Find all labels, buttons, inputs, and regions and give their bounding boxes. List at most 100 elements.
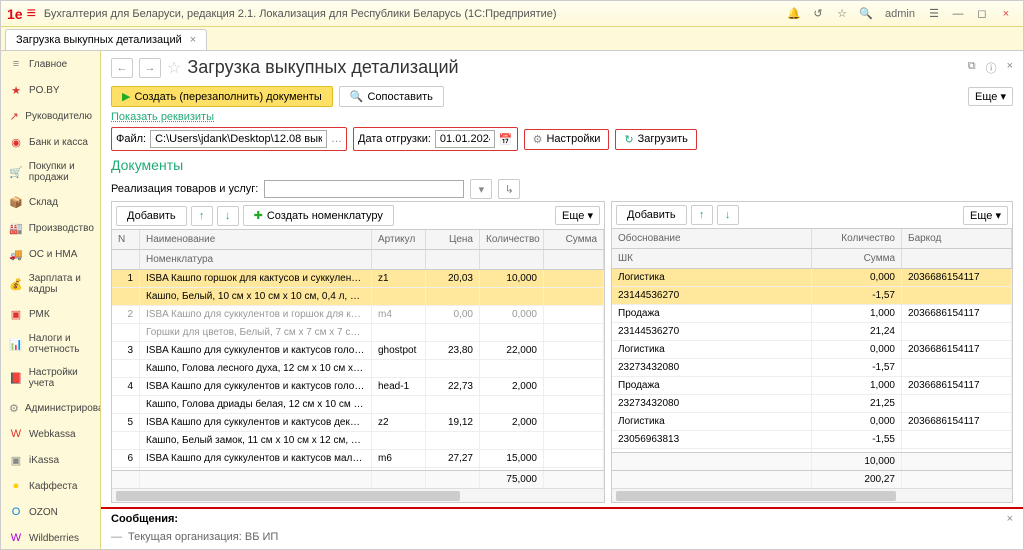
table-row[interactable]: 4ISBA Кашпо для суккулентов и кактусов г… [112,378,604,396]
file-input[interactable] [150,130,327,148]
table-row-sub[interactable]: Горшки для цветов, Белый, 7 см х 7 см х … [112,324,604,342]
col-rqty[interactable]: Количество [812,229,902,248]
table-row[interactable]: 5ISBA Кашпо для суккулентов и кактусов д… [112,414,604,432]
right-more-button[interactable]: Еще ▾ [963,206,1008,225]
table-row-sub[interactable]: 23056963813-1,55 [612,431,1012,449]
sidebar-item[interactable]: 📦Склад [1,189,100,215]
table-row-sub[interactable]: Кашпо, Голова лесного духа, 12 см х 10 с… [112,360,604,378]
sidebar-item[interactable]: WWildberries [1,525,100,549]
minimize-icon[interactable]: — [947,4,969,24]
compare-button[interactable]: 🔍 Сопоставить [339,86,444,107]
file-browse-icon[interactable]: … [331,133,342,145]
help-icon[interactable]: ⓘ [986,60,997,76]
col-art[interactable]: Артикул [372,230,426,249]
col-shk[interactable]: ШК [612,249,812,268]
col-rsum[interactable]: Сумма [812,249,902,268]
sidebar-item[interactable]: 🏭Производство [1,215,100,241]
sidebar-item[interactable]: ↗Руководителю [1,103,100,129]
menu-icon[interactable]: ≡ [27,5,36,23]
sidebar-item[interactable]: ⚙Администрирование [1,395,100,421]
sidebar-label: РМК [29,309,50,320]
sidebar-item[interactable]: WWebkassa [1,421,100,447]
table-row[interactable]: 1ISBA Кашпо горшок для кактусов и суккул… [112,270,604,288]
tab-active[interactable]: Загрузка выкупных детализаций × [5,29,207,50]
sidebar-icon: 🛒 [9,165,23,179]
table-row[interactable]: 3ISBA Кашпо для суккулентов и кактусов г… [112,342,604,360]
col-price[interactable]: Цена [426,230,480,249]
table-row-sub[interactable]: 23144536270-1,57 [612,287,1012,305]
move-up-icon[interactable]: ↑ [691,205,713,225]
left-add-button[interactable]: Добавить [116,206,187,226]
tab-close-icon[interactable]: × [190,34,196,46]
right-hscroll[interactable] [612,488,1012,502]
history-icon[interactable]: ↺ [807,4,829,24]
sidebar-item[interactable]: ≡Главное [1,51,100,77]
sidebar-item[interactable]: 📊Налоги и отчетность [1,327,100,361]
settings-button[interactable]: ⚙ Настройки [524,129,610,150]
realization-open-icon[interactable]: ↳ [498,179,520,199]
table-row-sub[interactable]: Кашпо, Белый, 10 см х 10 см х 10 см, 0,4… [112,288,604,306]
popout-icon[interactable]: ⧉ [968,60,976,76]
table-row[interactable]: Продажа1,0002036686154117 [612,305,1012,323]
move-down-icon[interactable]: ↓ [217,206,239,226]
page-close-icon[interactable]: × [1007,60,1013,76]
col-sum[interactable]: Сумма [544,230,604,249]
sidebar-item[interactable]: 🛒Покупки и продажи [1,155,100,189]
table-row[interactable]: 6ISBA Кашпо для суккулентов и кактусов м… [112,450,604,468]
sidebar-item[interactable]: ★PO.BY [1,77,100,103]
sidebar-item[interactable]: ●Каффеста [1,473,100,499]
calendar-icon[interactable]: 📅 [499,133,513,146]
sidebar-icon: 📊 [9,337,23,351]
table-row-sub[interactable]: Кашпо, Белый замок, 11 см х 10 см х 12 с… [112,432,604,450]
messages-close-icon[interactable]: × [1007,513,1013,525]
table-row[interactable]: Продажа1,0002036686154117 [612,377,1012,395]
show-details-link[interactable]: Показать реквизиты [101,109,1023,125]
col-n[interactable]: N [112,230,140,249]
realization-dropdown-icon[interactable]: ▾ [470,179,492,199]
move-up-icon[interactable]: ↑ [191,206,213,226]
sidebar-item[interactable]: 💰Зарплата и кадры [1,267,100,301]
left-more-button[interactable]: Еще ▾ [555,206,600,225]
table-row-sub[interactable]: 23273432080-1,57 [612,359,1012,377]
maximize-icon[interactable]: ◻ [971,4,993,24]
message-item[interactable]: — Текущая организация: ВБ ИП [111,529,1013,545]
sidebar-item[interactable]: 🚚ОС и НМА [1,241,100,267]
col-basis[interactable]: Обоснование [612,229,812,248]
col-name[interactable]: Наименование [140,230,372,249]
table-row-sub[interactable]: Кашпо, Голова дриады белая, 12 см х 10 с… [112,396,604,414]
sidebar-item[interactable]: ▣РМК [1,301,100,327]
sidebar-item[interactable]: ◉Банк и касса [1,129,100,155]
col-barcode[interactable]: Баркод [902,229,1012,248]
load-button[interactable]: ↻ Загрузить [615,129,696,150]
nav-fwd-icon[interactable]: → [139,58,161,78]
table-row[interactable]: Логистика0,0002036686154117 [612,269,1012,287]
search-icon[interactable]: 🔍 [855,4,877,24]
table-row[interactable]: Логистика0,0002036686154117 [612,413,1012,431]
more-button[interactable]: Еще ▾ [968,87,1013,106]
right-add-button[interactable]: Добавить [616,205,687,225]
sidebar-item[interactable]: OОZON [1,499,100,525]
col-qty[interactable]: Количество [480,230,544,249]
table-row-sub[interactable]: 2327343208021,25 [612,395,1012,413]
nav-back-icon[interactable]: ← [111,58,133,78]
sidebar-item[interactable]: 📕Настройки учета [1,361,100,395]
close-icon[interactable]: × [995,4,1017,24]
create-docs-button[interactable]: ▶ Создать (перезаполнить) документы [111,86,333,107]
realization-input[interactable] [264,180,464,198]
sidebar-item[interactable]: ▣iKassa [1,447,100,473]
file-label: Файл: [116,133,146,145]
create-nomenclature-button[interactable]: ✚ Создать номенклатуру [243,205,394,226]
fav-icon[interactable]: ☆ [167,58,181,78]
table-row[interactable]: 2ISBA Кашпо для суккулентов и горшок для… [112,306,604,324]
move-down-icon[interactable]: ↓ [717,205,739,225]
date-input[interactable] [435,130,495,148]
star-icon[interactable]: ☆ [831,4,853,24]
settings-icon[interactable]: ☰ [923,4,945,24]
table-row[interactable]: Логистика0,0002036686154117 [612,341,1012,359]
sidebar-icon: ⚙ [9,401,19,415]
user-label[interactable]: admin [879,4,921,24]
col-nom[interactable]: Номенклатура [140,250,372,269]
table-row-sub[interactable]: 2314453627021,24 [612,323,1012,341]
bell-icon[interactable]: 🔔 [783,4,805,24]
left-hscroll[interactable] [112,488,604,502]
